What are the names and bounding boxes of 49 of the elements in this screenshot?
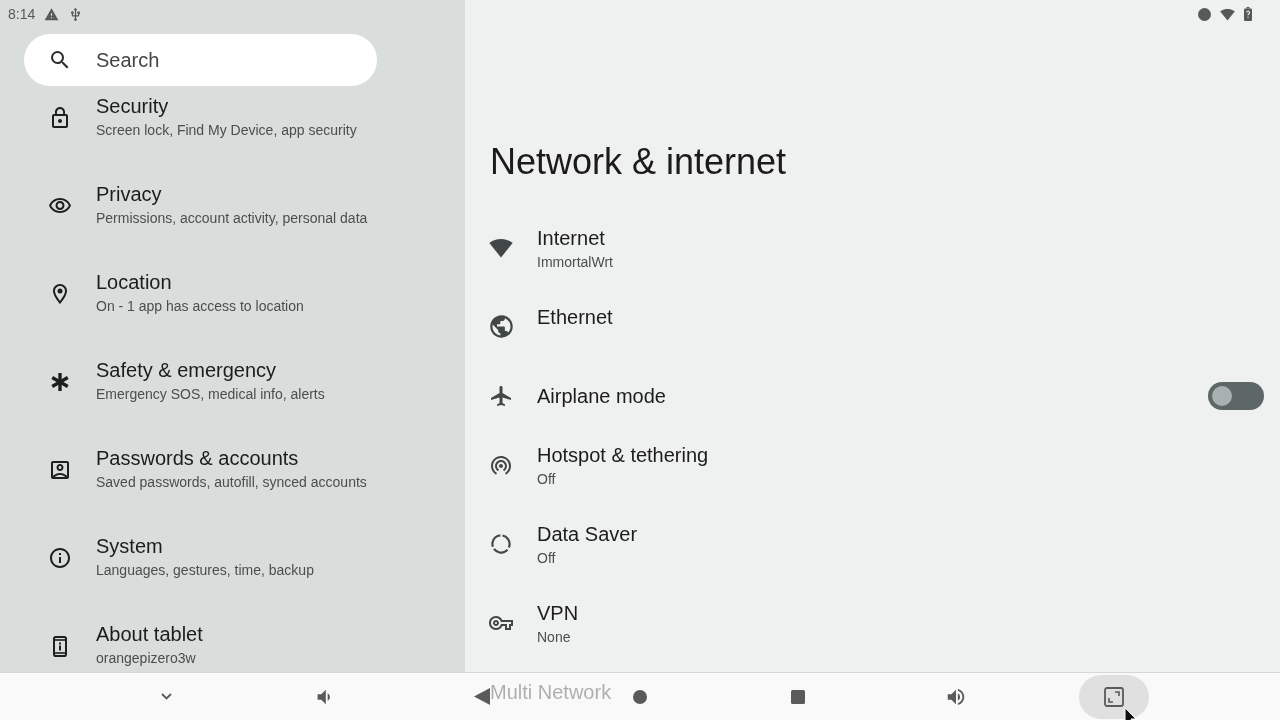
toggle-switch[interactable] (1208, 381, 1264, 410)
battery-icon (1244, 7, 1252, 21)
warning-icon (44, 6, 60, 22)
info-icon (48, 546, 72, 570)
setting-summary: Screen lock, Find My Device, app security (96, 121, 357, 140)
search-field[interactable]: Search (24, 34, 377, 86)
setting-summary: Permissions, account activity, personal data (96, 209, 368, 228)
setting-summary: Emergency SOS, medical info, alerts (96, 385, 325, 404)
fullscreen-icon (1104, 686, 1124, 707)
setting-title[interactable]: Safety & emergency (96, 358, 277, 382)
setting-title[interactable]: System (96, 534, 163, 558)
setting-title[interactable]: Security (96, 94, 169, 118)
setting-title[interactable]: VPN (537, 600, 579, 625)
globe-icon (487, 313, 515, 340)
device-info-icon (53, 635, 67, 657)
setting-title[interactable]: Location (96, 270, 172, 294)
asterisk-icon (51, 373, 69, 391)
setting-title[interactable]: Data Saver (537, 521, 638, 546)
setting-title[interactable]: Hotspot & tethering (537, 442, 709, 467)
ring-icon (491, 533, 511, 554)
dot-icon (1198, 7, 1211, 21)
chevron-down-icon (160, 693, 172, 700)
collapse-button[interactable] (158, 691, 174, 702)
setting-summary: ImmortalWrt (537, 252, 613, 272)
account-box-icon (48, 458, 72, 482)
setting-title[interactable]: Internet (537, 225, 605, 250)
setting-title[interactable]: Passwords & accounts (96, 446, 299, 470)
setting-title[interactable]: About tablet (96, 622, 203, 646)
fullscreen-button[interactable] (1079, 674, 1149, 719)
setting-title[interactable]: Ethernet (537, 304, 613, 329)
setting-summary: orangepizero3w (96, 649, 196, 668)
status-time: 8:14 (8, 6, 36, 22)
back-icon (474, 688, 490, 705)
wifi-icon (1220, 6, 1235, 22)
setting-title[interactable]: Airplane mode (537, 383, 666, 408)
recents-icon (791, 689, 805, 704)
page-title: Network & internet (490, 140, 787, 184)
setting-summary: Off (537, 548, 556, 568)
home-icon (633, 689, 647, 704)
home-button[interactable] (631, 687, 649, 706)
setting-summary: Languages, gestures, time, backup (96, 561, 314, 580)
back-button[interactable] (472, 686, 492, 707)
setting-summary: None (537, 627, 571, 647)
setting-title[interactable]: Privacy (96, 182, 162, 206)
setting-summary: On - 1 app has access to location (96, 297, 304, 316)
setting-summary: Saved passwords, autofill, synced accounts (96, 473, 367, 492)
setting-summary: Off (537, 469, 556, 489)
recents-button[interactable] (789, 687, 807, 706)
airplane-icon (489, 383, 513, 408)
